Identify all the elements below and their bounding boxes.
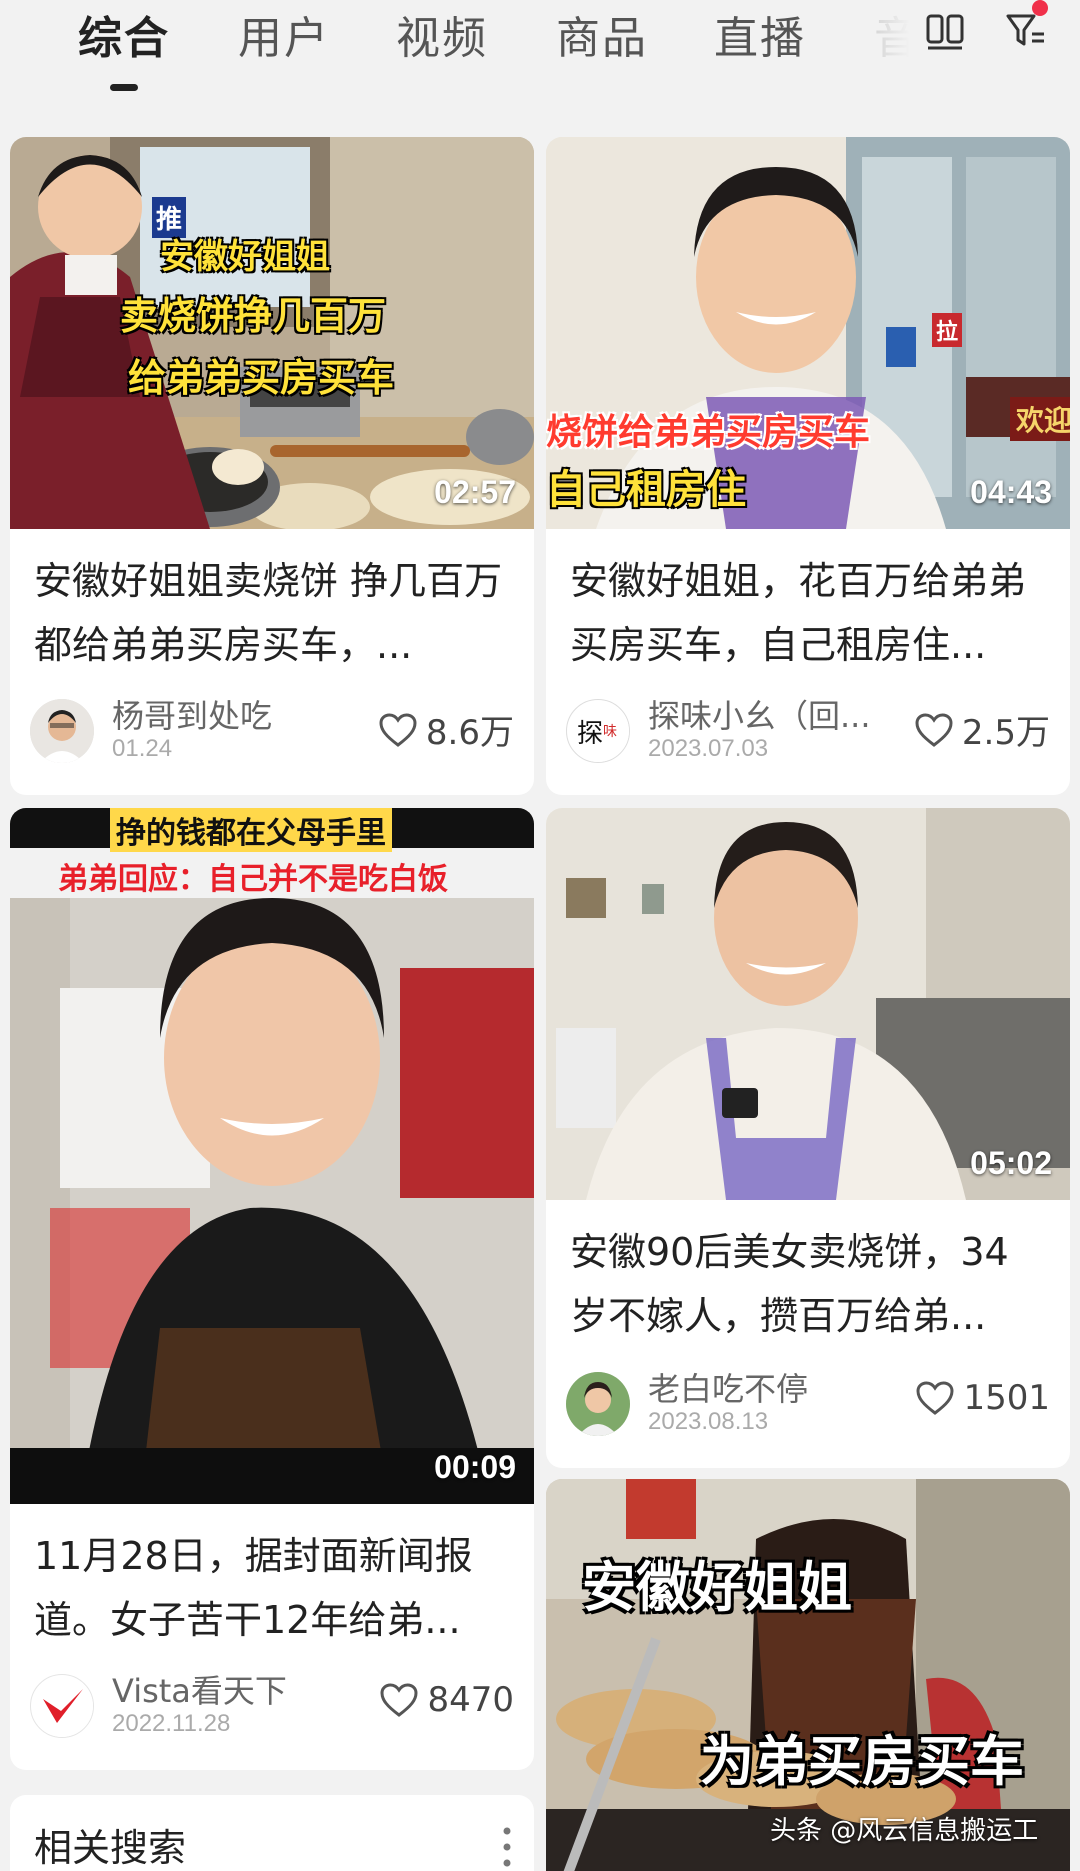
video-title[interactable]: 11月28日，据封面新闻报道。女子苦干12年给弟... [34, 1524, 510, 1652]
video-duration: 04:43 [970, 474, 1052, 510]
tab-all[interactable]: 综合 [78, 2, 170, 66]
author-row: 探味 探味小幺（回... 2023.07.03 2.5万 [566, 695, 1050, 765]
thumbnail-caption: 挣的钱都在父母手里 [110, 808, 392, 852]
video-thumbnail[interactable]: 推 安徽好姐姐 卖烧饼挣几百万 给弟弟买房买车 02:57 [10, 137, 534, 529]
thumbnail-caption: 给弟弟买房买车 [128, 356, 395, 400]
avatar[interactable] [30, 1674, 94, 1738]
heart-icon [379, 712, 417, 747]
avatar[interactable]: 探味 [566, 699, 630, 763]
like-count-value: 1501 [963, 1378, 1050, 1418]
related-searches-title: 相关搜索 [34, 1826, 187, 1870]
avatar[interactable] [566, 1372, 630, 1436]
svg-text:探: 探 [577, 719, 603, 749]
video-duration: 05:02 [970, 1145, 1052, 1181]
search-tab-bar: 综合 用户 视频 商品 直播 音 [0, 0, 1080, 100]
heart-icon [915, 712, 953, 747]
like-count[interactable]: 8470 [379, 1680, 514, 1720]
svg-text:味: 味 [603, 724, 617, 740]
like-count-value: 8470 [427, 1680, 514, 1720]
thumbnail-caption: 安徽好姐姐 [160, 237, 330, 277]
tab-videos[interactable]: 视频 [396, 2, 488, 66]
thumbnail-image [10, 808, 534, 1504]
more-vertical-icon[interactable] [502, 1825, 512, 1869]
video-title[interactable]: 安徽好姐姐卖烧饼 挣几百万都给弟弟买房买车，... [34, 549, 510, 677]
video-card[interactable]: 推 安徽好姐姐 卖烧饼挣几百万 给弟弟买房买车 02:57 安徽好姐姐卖烧饼 挣… [10, 137, 534, 795]
author-name[interactable]: Vista看天下 [112, 1666, 287, 1712]
thumbnail-caption: 自己租房住 [546, 467, 746, 513]
video-card[interactable]: 挣的钱都在父母手里 弟弟回应：自己并不是吃白饭 00:09 11月28日，据封面… [10, 808, 534, 1770]
author-name[interactable]: 老白吃不停 [648, 1364, 808, 1410]
thumbnail-caption: 安徽好姐姐 [582, 1556, 852, 1619]
avatar[interactable] [30, 699, 94, 763]
notification-dot [1032, 0, 1048, 16]
publish-date: 2022.11.28 [112, 1710, 231, 1737]
thumbnail-caption: 烧饼给弟弟买房买车 [546, 412, 871, 453]
heart-icon [916, 1381, 954, 1415]
like-count[interactable]: 1501 [915, 1378, 1050, 1418]
thumbnail-caption: 弟弟回应：自己并不是吃白饭 [58, 862, 448, 897]
publish-date: 01.24 [112, 735, 173, 762]
tab-live[interactable]: 直播 [714, 2, 806, 66]
tab-products[interactable]: 商品 [556, 2, 648, 66]
like-count-value: 8.6万 [425, 713, 514, 753]
video-thumbnail[interactable]: 05:02 [546, 808, 1070, 1200]
video-duration: 02:57 [434, 474, 516, 510]
video-thumbnail[interactable]: 拉 欢迎 烧饼给弟弟买房买车 自己租房住 04:43 [546, 137, 1070, 529]
author-row: 杨哥到处吃 01.24 8.6万 [30, 695, 514, 765]
video-card[interactable]: 拉 欢迎 烧饼给弟弟买房买车 自己租房住 04:43 安徽好姐姐，花百万给弟弟买… [546, 137, 1070, 795]
watermark: 头条 @风云信息搬运工 [770, 1816, 1039, 1846]
heart-icon [380, 1683, 418, 1717]
publish-date: 2023.08.13 [648, 1408, 769, 1435]
like-count[interactable]: 8.6万 [378, 705, 514, 754]
video-title[interactable]: 安徽90后美女卖烧饼，34岁不嫁人，攒百万给弟... [570, 1220, 1046, 1348]
author-name[interactable]: 杨哥到处吃 [112, 691, 272, 737]
like-count-value: 2.5万 [961, 713, 1050, 753]
tab-users[interactable]: 用户 [238, 2, 330, 66]
grid-layout-icon[interactable] [925, 12, 965, 52]
active-tab-indicator [110, 84, 138, 91]
video-duration: 00:09 [434, 1449, 516, 1485]
thumbnail-caption: 卖烧饼挣几百万 [120, 294, 387, 338]
like-count[interactable]: 2.5万 [914, 705, 1050, 754]
thumbnail-sign: 拉 [932, 313, 963, 347]
author-row: 老白吃不停 2023.08.13 1501 [566, 1368, 1050, 1438]
thumbnail-image [546, 808, 1070, 1200]
video-title[interactable]: 安徽好姐姐，花百万给弟弟买房买车，自己租房住... [570, 549, 1046, 677]
author-row: Vista看天下 2022.11.28 8470 [30, 1670, 514, 1740]
video-thumbnail[interactable]: 挣的钱都在父母手里 弟弟回应：自己并不是吃白饭 00:09 [10, 808, 534, 1504]
thumbnail-caption: 为弟买房买车 [700, 1730, 1024, 1793]
thumbnail-sign: 欢迎 [1010, 397, 1070, 441]
publish-date: 2023.07.03 [648, 735, 769, 762]
author-name[interactable]: 探味小幺（回... [648, 691, 871, 737]
related-searches-card[interactable]: 相关搜索 [10, 1795, 534, 1871]
video-card[interactable]: 05:02 安徽90后美女卖烧饼，34岁不嫁人，攒百万给弟... 老白吃不停 2… [546, 808, 1070, 1468]
